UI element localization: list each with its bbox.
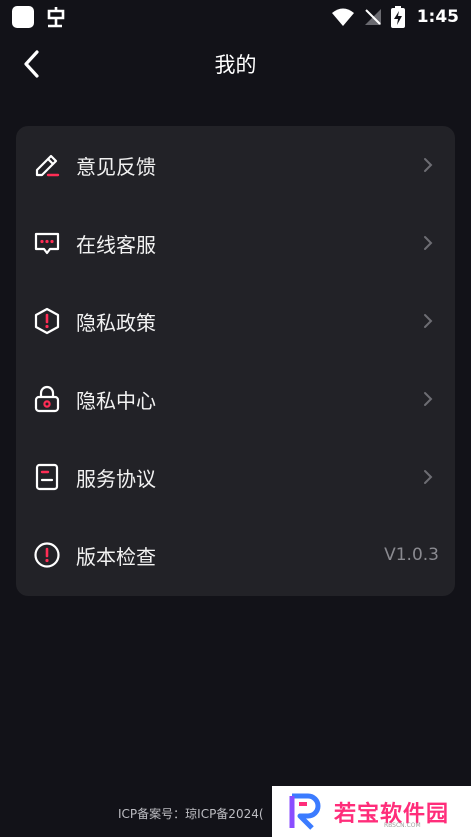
app-notification-icon	[12, 6, 34, 28]
lock-icon	[32, 384, 62, 414]
menu-item-privacy-policy[interactable]: 隐私政策	[16, 282, 455, 360]
watermark-subtext: RBSCN.COM	[384, 822, 421, 829]
chevron-right-icon	[423, 156, 437, 174]
menu-item-feedback[interactable]: 意见反馈	[16, 126, 455, 204]
watermark-logo: 若宝软件园 RBSCN.COM	[272, 786, 471, 837]
info-circle-icon	[32, 540, 62, 570]
no-signal-icon	[364, 9, 381, 25]
document-icon	[32, 462, 62, 492]
menu-item-label: 隐私政策	[76, 310, 156, 335]
menu-item-label: 服务协议	[76, 466, 156, 491]
menu-item-label: 在线客服	[76, 232, 156, 257]
chevron-right-icon	[423, 390, 437, 408]
battery-charging-icon	[390, 6, 405, 28]
wifi-icon	[331, 8, 354, 26]
menu-item-label: 意见反馈	[76, 154, 156, 179]
menu-item-service-agreement[interactable]: 服务协议	[16, 438, 455, 516]
chevron-right-icon	[423, 468, 437, 486]
settings-card: 意见反馈 在线客服 隐私政策 隐私中心 服务协议 版本检查 V1.0.3	[16, 126, 455, 596]
menu-item-privacy-center[interactable]: 隐私中心	[16, 360, 455, 438]
menu-item-label: 版本检查	[76, 544, 156, 569]
menu-item-label: 隐私中心	[76, 388, 156, 413]
icp-footer: ICP备案号：琼ICP备2024(	[118, 807, 264, 821]
shield-alert-icon	[32, 306, 62, 336]
chevron-right-icon	[423, 312, 437, 330]
menu-item-online-service[interactable]: 在线客服	[16, 204, 455, 282]
status-time: 1:45	[416, 7, 459, 27]
version-value: V1.0.3	[384, 545, 439, 565]
menu-item-version-check[interactable]: 版本检查 V1.0.3	[16, 516, 455, 594]
app-glyph-icon	[47, 7, 65, 28]
status-bar: 1:45	[0, 0, 471, 34]
watermark-r-icon	[289, 793, 321, 830]
chevron-right-icon	[423, 234, 437, 252]
header: 我的	[0, 34, 471, 94]
chevron-left-icon	[24, 50, 39, 78]
page-title: 我的	[214, 53, 257, 77]
back-button[interactable]	[14, 46, 48, 82]
chat-bubble-icon	[32, 228, 62, 258]
feedback-pencil-icon	[32, 150, 62, 180]
